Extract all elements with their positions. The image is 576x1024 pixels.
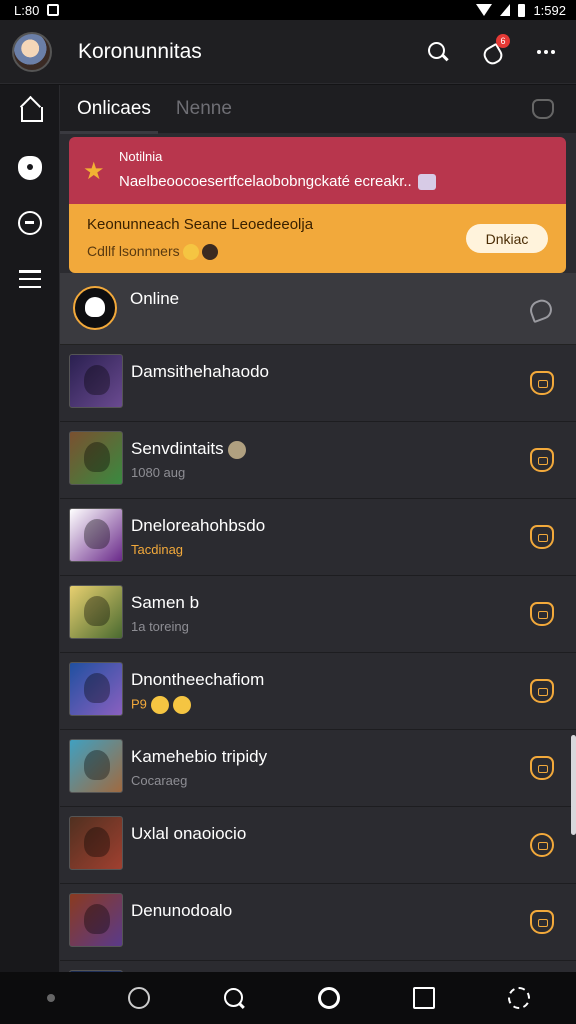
friend-row[interactable]: Uxlal onaoiocio — [60, 807, 576, 884]
nav-search-icon[interactable] — [223, 987, 245, 1009]
friend-status: P9 — [131, 696, 191, 714]
friend-row[interactable]: Denunodoalo — [60, 884, 576, 961]
system-nav-bar — [0, 972, 576, 1024]
online-status-icon — [73, 286, 117, 330]
friend-name: Senvdintaits — [131, 439, 246, 459]
friend-status: 1a toreing — [131, 619, 189, 634]
notification-status-icon — [47, 4, 60, 16]
recents-icon[interactable] — [412, 987, 435, 1009]
status-bar: L:80 1:592 — [0, 0, 576, 20]
scrollbar[interactable] — [571, 735, 576, 835]
invite-icon[interactable] — [530, 525, 554, 549]
home-button-icon[interactable] — [317, 987, 340, 1009]
friend-status: Cocaraeg — [131, 773, 188, 788]
invite-icon[interactable] — [530, 602, 554, 626]
home-icon[interactable] — [18, 98, 43, 122]
invite-icon[interactable] — [530, 910, 554, 934]
menu-icon[interactable] — [18, 267, 42, 291]
chat-icon[interactable] — [18, 211, 42, 235]
online-label: Online — [130, 289, 180, 308]
friend-row[interactable]: Dneloreahohbsdo Tacdinag — [60, 499, 576, 576]
invite-icon[interactable] — [530, 756, 554, 780]
invite-icon[interactable] — [530, 371, 554, 395]
settings-icon[interactable] — [507, 987, 530, 1009]
invite-icon[interactable] — [530, 448, 554, 472]
friend-name: Denunodoalo — [131, 901, 233, 920]
game-avatar — [69, 893, 123, 947]
smile-emoji-icon — [182, 244, 199, 261]
friend-name: Dneloreahohbsdo — [131, 516, 266, 535]
emoji-icon — [172, 696, 191, 714]
emoji-icon — [227, 440, 246, 459]
notification-card: ★ Notilnia Naelbeoocoesertfcelaobobngcka… — [69, 137, 566, 273]
friend-name: Uxlal onaoiocio — [131, 824, 247, 843]
emoji-icon — [150, 696, 169, 714]
app-title: Koronunnitas — [78, 39, 202, 63]
friend-row[interactable]: Dnontheechafiom P9 — [60, 653, 576, 730]
notifications-icon[interactable]: 6 — [480, 33, 510, 64]
active-tab-indicator — [60, 131, 158, 134]
friend-row[interactable]: Samen b 1a toreing — [60, 576, 576, 653]
friend-row[interactable]: Kamehebio tripidy Cocaraeg — [60, 730, 576, 807]
friend-name: Damsithehahaodo — [131, 362, 269, 381]
friend-status: 1080 aug — [131, 465, 186, 480]
more-options-icon[interactable] — [534, 40, 558, 64]
friend-row[interactable]: Damsithehahaodo — [60, 345, 576, 422]
circle-icon[interactable] — [127, 987, 150, 1009]
indicator-dot-icon — [46, 994, 55, 1002]
tab-online[interactable]: Onlicaes — [77, 98, 151, 120]
search-icon[interactable] — [426, 40, 450, 64]
status-time-right: 1:592 — [533, 2, 566, 18]
game-avatar — [69, 816, 123, 870]
game-avatar — [69, 354, 123, 408]
alert-banner[interactable]: ★ Notilnia Naelbeoocoesertfcelaobobngcka… — [69, 137, 566, 204]
friend-name: Kamehebio tripidy — [131, 747, 268, 766]
friend-list: Damsithehahaodo Senvdintaits 1080 aug Dnelo… — [60, 345, 576, 1024]
friend-name: Dnontheechafiom — [131, 670, 265, 689]
invite-icon[interactable] — [530, 679, 554, 703]
signal-icon — [500, 4, 511, 16]
battery-icon — [518, 3, 526, 17]
tab-secondary[interactable]: Nenne — [176, 98, 232, 120]
game-avatar — [69, 431, 123, 485]
game-avatar — [69, 739, 123, 793]
info-icon — [417, 174, 436, 191]
notification-badge: 6 — [496, 33, 510, 48]
alert-message: Naelbeoocoesertfcelaobobngckaté ecreakr.… — [119, 173, 552, 191]
wifi-icon — [476, 4, 493, 16]
side-rail — [0, 85, 60, 972]
friend-status: Tacdinag — [131, 542, 184, 557]
promo-action-button[interactable]: Dnkiac — [466, 224, 548, 253]
online-section-header[interactable]: Online — [60, 273, 576, 345]
user-avatar[interactable] — [12, 31, 52, 72]
star-icon: ★ — [83, 158, 105, 185]
app-bar: Koronunnitas 6 — [0, 20, 576, 84]
friend-name: Samen b — [131, 593, 200, 612]
face-emoji-icon — [201, 244, 218, 261]
message-icon[interactable] — [527, 296, 555, 324]
friend-row[interactable]: Senvdintaits 1080 aug — [60, 422, 576, 499]
status-time-left: L:80 — [14, 2, 40, 18]
invite-icon[interactable] — [530, 833, 554, 857]
games-icon[interactable] — [18, 156, 42, 180]
game-avatar — [69, 508, 123, 562]
game-avatar — [69, 662, 123, 716]
game-avatar — [69, 585, 123, 639]
promo-banner: Keonunneach Seane Leoedeeolja Cdllf lson… — [69, 204, 566, 273]
alert-label: Notilnia — [119, 149, 163, 164]
main-panel: Onlicaes Nenne ★ Notilnia Naelbeoocoeser… — [60, 85, 576, 1024]
tab-action-icon[interactable] — [532, 99, 554, 119]
tab-bar: Onlicaes Nenne — [60, 85, 576, 134]
